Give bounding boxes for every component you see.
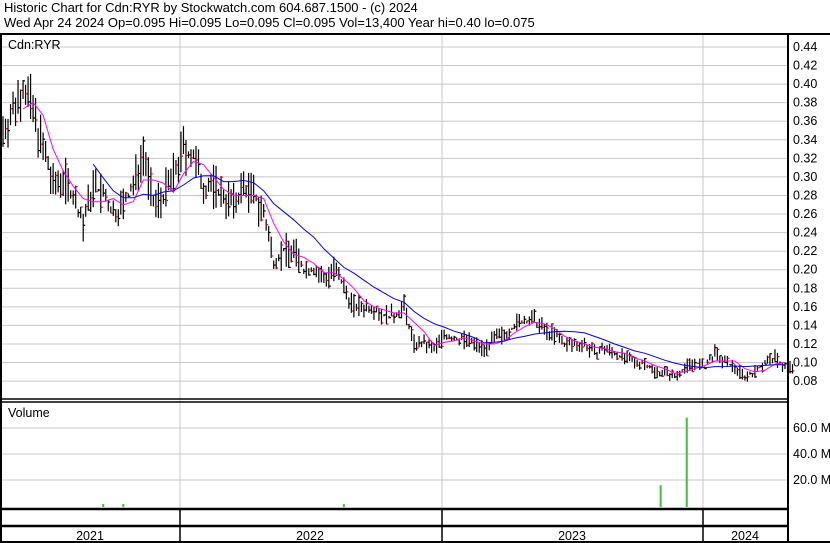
price-tick-label: 0.14	[793, 318, 817, 332]
volume-tick-label: 40.0 M	[793, 447, 830, 461]
year-label: 2022	[296, 529, 324, 543]
price-tick-label: 0.24	[793, 226, 817, 240]
year-label: 2021	[76, 529, 104, 543]
volume-tick-label: 60.0 M	[793, 421, 830, 435]
price-tick-label: 0.32	[793, 151, 817, 165]
price-tick-label: 0.34	[793, 133, 817, 147]
symbol-label: Cdn:RYR	[8, 38, 61, 52]
price-tick-label: 0.28	[793, 188, 817, 202]
price-tick-label: 0.16	[793, 300, 817, 314]
price-tick-label: 0.36	[793, 114, 817, 128]
price-tick-label: 0.12	[793, 337, 817, 351]
price-tick-label: 0.40	[793, 77, 817, 91]
price-tick-label: 0.10	[793, 356, 817, 370]
price-tick-label: 0.38	[793, 96, 817, 110]
stock-chart: Cdn:RYR Volume 0.44 0.42 0.40 0.38 0.36 0.34 0…	[0, 33, 830, 543]
price-tick-label: 0.30	[793, 170, 817, 184]
price-tick-label: 0.42	[793, 59, 817, 73]
year-label: 2023	[558, 529, 586, 543]
price-tick-label: 0.26	[793, 207, 817, 221]
year-label: 2024	[731, 529, 759, 543]
price-bars	[2, 73, 795, 382]
grid	[2, 35, 788, 509]
volume-label: Volume	[8, 406, 50, 420]
volume-bars	[102, 417, 688, 507]
price-tick-label: 0.22	[793, 244, 817, 258]
volume-tick-label: 20.0 M	[793, 473, 830, 487]
price-tick-label: 0.44	[793, 40, 817, 54]
ma-short-line	[22, 102, 786, 374]
price-tick-label: 0.20	[793, 263, 817, 277]
price-tick-label: 0.18	[793, 281, 817, 295]
price-tick-label: 0.08	[793, 374, 817, 388]
